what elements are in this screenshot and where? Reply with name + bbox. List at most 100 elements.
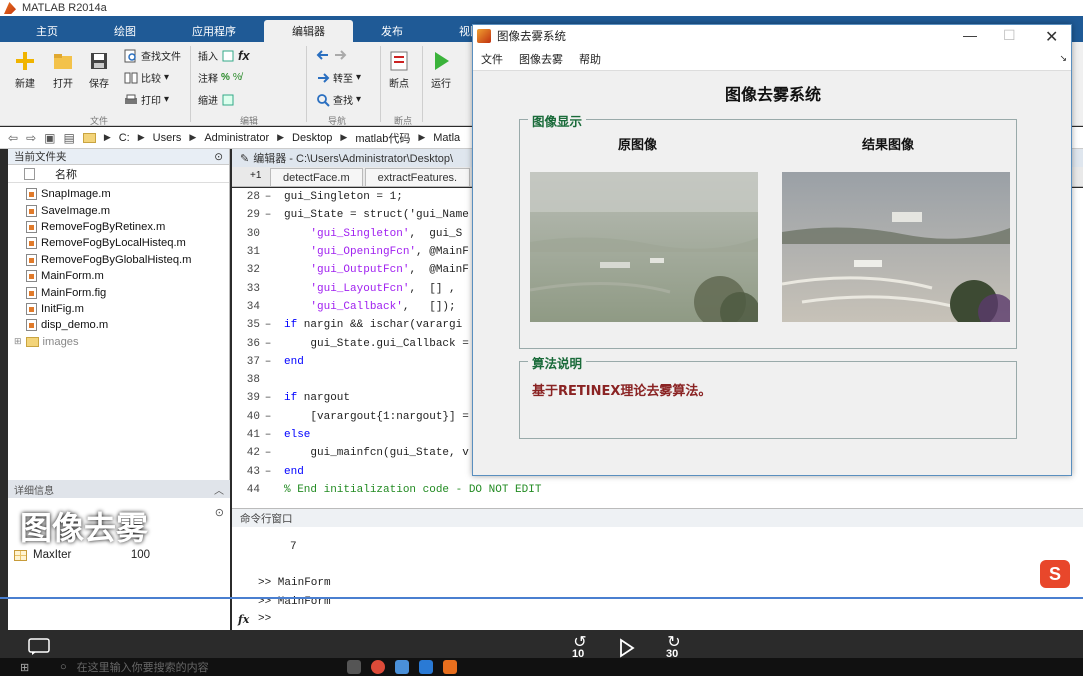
chevron-up-icon[interactable]: ︿ (214, 482, 224, 497)
code-line[interactable]: 37– end (232, 353, 304, 371)
find-files-button[interactable]: 查找文件 (124, 48, 181, 63)
run-button[interactable]: 运行 (430, 50, 452, 90)
breakpoint-button[interactable]: 断点 (388, 50, 410, 90)
nav-back-button[interactable] (316, 48, 347, 62)
search-icon[interactable]: ○ (60, 661, 67, 673)
crumb-matla[interactable]: Matla (433, 132, 460, 144)
vscode-icon[interactable] (418, 660, 433, 674)
code-line[interactable]: 42– gui_mainfcn(gui_State, v (232, 444, 469, 462)
crumb-drive[interactable]: C: (119, 132, 130, 144)
back-arrow-icon[interactable]: ⇦ (8, 131, 18, 145)
windows-start-icon[interactable]: ⊞ (20, 661, 29, 674)
list-item[interactable]: InitFig.m (26, 301, 229, 317)
forward-30-button[interactable]: ↻ 30 (660, 632, 688, 660)
crumb-users[interactable]: Users (153, 132, 182, 144)
code-line[interactable]: 43– end (232, 463, 304, 481)
breakpoint-marker[interactable]: – (260, 411, 276, 423)
crumb-desktop[interactable]: Desktop (292, 132, 332, 144)
list-item[interactable]: SnapImage.m (26, 186, 229, 202)
breakpoint-marker[interactable]: – (260, 392, 276, 404)
panel-menu-icon[interactable]: ⊙ (215, 506, 224, 519)
compare-button[interactable]: 比较 ▾ (124, 70, 169, 85)
expand-icon[interactable]: ⊞ (14, 336, 22, 347)
goto-button[interactable]: 转至 ▾ (316, 70, 361, 85)
code-line[interactable]: 30 'gui_Singleton', gui_S (232, 225, 462, 243)
breakpoint-marker[interactable]: – (260, 209, 276, 221)
play-icon[interactable] (618, 638, 636, 658)
folder-item-images[interactable]: ⊞ images (14, 334, 229, 350)
forward-arrow-icon[interactable]: ⇨ (26, 131, 36, 145)
code-line[interactable]: 35– if nargin && ischar(varargi (232, 316, 462, 334)
menu-dehaze[interactable]: 图像去雾 (519, 51, 563, 67)
breakpoint-marker[interactable]: – (260, 429, 276, 441)
list-item[interactable]: RemoveFogByLocalHisteq.m (26, 235, 229, 251)
list-item[interactable]: MainForm.fig (26, 284, 229, 300)
code-line[interactable]: 32 'gui_OutputFcn', @MainF (232, 261, 469, 279)
tab-home[interactable]: 主页 (8, 20, 86, 42)
tab-detectface[interactable]: detectFace.m (270, 168, 363, 186)
crumb-matlab-code[interactable]: matlab代码 (355, 130, 410, 146)
line-number: 40 (246, 410, 260, 423)
column-header-name[interactable]: 名称 (8, 165, 229, 183)
open-button[interactable]: 打开 (52, 50, 74, 90)
code-line[interactable]: 39– if nargout (232, 389, 350, 407)
browse-icon[interactable]: ▤ (63, 131, 74, 145)
chrome-icon[interactable] (370, 660, 385, 674)
tab-plus[interactable]: +1 (250, 170, 261, 181)
new-button[interactable]: 新建 (14, 50, 36, 90)
crumb-administrator[interactable]: Administrator (204, 132, 269, 144)
menu-file[interactable]: 文件 (481, 51, 503, 67)
breakpoint-marker[interactable]: – (260, 356, 276, 368)
app-icon[interactable] (394, 660, 409, 674)
code-line[interactable]: 36– gui_State.gui_Callback = (232, 334, 469, 352)
indent-button[interactable]: 缩进 (198, 92, 235, 107)
print-button[interactable]: 打印 ▾ (124, 92, 169, 107)
subtitle-icon[interactable] (28, 638, 50, 656)
code-line[interactable]: 34 'gui_Callback', []); (232, 298, 456, 316)
breakpoint-marker[interactable]: – (260, 319, 276, 331)
taskview-icon[interactable] (346, 660, 361, 674)
tab-extractfeatures[interactable]: extractFeatures. (364, 168, 471, 186)
tab-editor[interactable]: 编辑器 (264, 20, 353, 42)
list-item[interactable]: RemoveFogByGlobalHisteq.m (26, 252, 229, 268)
close-icon[interactable]: ✕ (1045, 27, 1058, 47)
list-item[interactable]: RemoveFogByRetinex.m (26, 219, 229, 235)
code-line[interactable]: 33 'gui_LayoutFcn', [] , (232, 280, 462, 298)
tab-apps[interactable]: 应用程序 (164, 20, 264, 42)
menu-help[interactable]: 帮助 (579, 51, 601, 67)
code-line[interactable]: 29– gui_State = struct('gui_Name (232, 206, 469, 224)
code-line[interactable]: 38 (232, 371, 284, 389)
find-files-icon (124, 49, 136, 62)
code-line[interactable]: 44 % End initialization code - DO NOT EDI… (232, 481, 542, 499)
maximize-icon[interactable]: ☐ (1003, 27, 1016, 44)
find-button[interactable]: 查找 ▾ (316, 92, 361, 107)
code-text: else (284, 429, 311, 442)
tab-publish[interactable]: 发布 (353, 20, 431, 42)
rewind-10-button[interactable]: ↺ 10 (566, 632, 594, 660)
breakpoint-marker[interactable]: – (260, 466, 276, 478)
list-item[interactable]: disp_demo.m (26, 317, 229, 333)
breakpoint-marker[interactable]: – (260, 447, 276, 459)
code-line[interactable]: 40– [varargout{1:nargout}] = (232, 408, 469, 426)
tab-plots[interactable]: 绘图 (86, 20, 164, 42)
cmd-prompt[interactable]: >> (258, 613, 271, 625)
list-item[interactable]: SaveImage.m (26, 202, 229, 218)
insert-button[interactable]: 插入 fx (198, 48, 250, 63)
taskbar-search[interactable]: 在这里输入你要搜索的内容 (77, 659, 337, 675)
sogou-ime-icon[interactable]: S (1040, 560, 1070, 588)
breakpoint-marker[interactable]: – (260, 338, 276, 350)
up-folder-icon[interactable]: ▣ (44, 131, 55, 145)
code-line[interactable]: 31 'gui_OpeningFcn', @MainF (232, 243, 469, 261)
comment-button[interactable]: 注释% %̸ (198, 70, 242, 85)
matlab-taskbar-icon[interactable] (442, 660, 457, 674)
minimize-icon[interactable]: — (963, 27, 977, 43)
dock-arrow-icon[interactable]: ↘ (1059, 53, 1067, 64)
code-line[interactable]: 41– else (232, 426, 311, 444)
list-item[interactable]: MainForm.m (26, 268, 229, 284)
save-button[interactable]: 保存 (88, 50, 110, 90)
video-progress-bar[interactable] (0, 597, 1083, 599)
code-line[interactable]: 28– gui_Singleton = 1; (232, 188, 403, 206)
command-window[interactable]: 命令行窗口 7 >> MainForm >> MainForm fx >> (232, 508, 1083, 630)
panel-menu-icon[interactable]: ⊙ (214, 151, 223, 163)
breakpoint-marker[interactable]: – (260, 191, 276, 203)
